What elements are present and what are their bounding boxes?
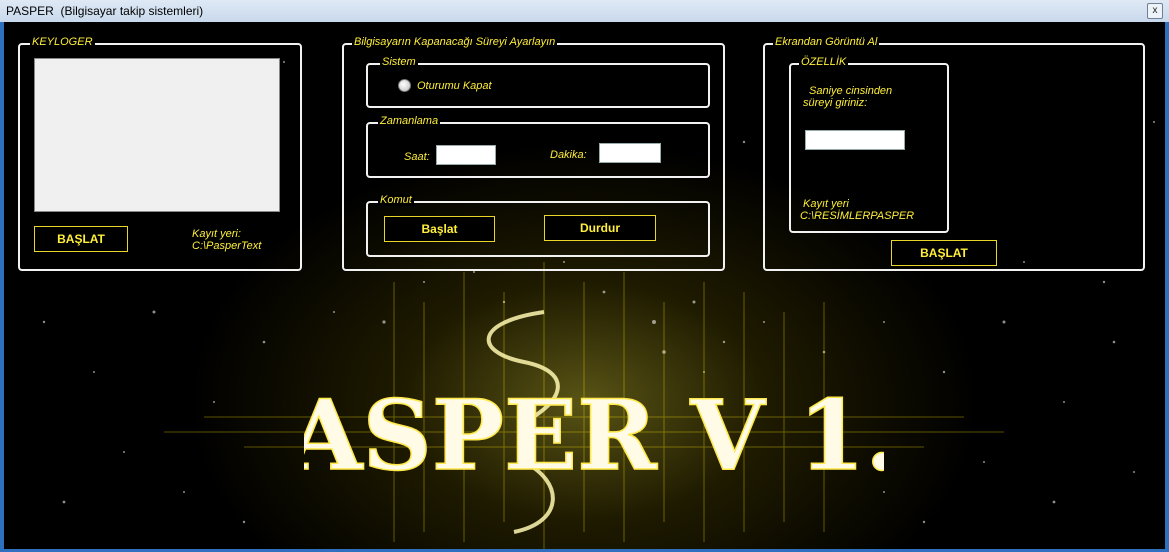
screenshot-legend: Ekrandan Görüntü Al xyxy=(773,36,880,48)
keyloger-legend: KEYLOGER xyxy=(30,36,95,48)
seconds-prompt-line1: Saniye cinsinden xyxy=(809,85,893,97)
timing-legend: Zamanlama xyxy=(378,115,441,127)
screenshot-start-label: BAŞLAT xyxy=(920,246,968,260)
features-group: ÖZELLİK Saniye cinsinden süreyi giriniz:… xyxy=(789,56,949,233)
timing-group: Zamanlama Saat: Dakika: xyxy=(366,115,710,178)
pasper-logo: PASPER V 1.1 xyxy=(304,378,884,487)
minute-label: Dakika: xyxy=(550,149,587,161)
command-group: Komut Başlat Durdur xyxy=(366,194,710,257)
keyloger-group: KEYLOGER BAŞLAT Kayıt yeri: C:\PasperTex… xyxy=(18,36,302,271)
shutdown-legend: Bilgisayarın Kapanacağı Süreyi Ayarlayın xyxy=(352,36,558,48)
close-button[interactable]: x xyxy=(1147,3,1163,19)
command-legend: Komut xyxy=(378,194,414,206)
logoff-radio-label[interactable]: Oturumu Kapat xyxy=(417,80,492,92)
minute-input[interactable] xyxy=(599,143,661,163)
window-title: PASPER (Bilgisayar takip sistemleri) xyxy=(6,4,204,18)
seconds-prompt-line2: süreyi giriniz: xyxy=(803,97,868,109)
keyloger-start-button[interactable]: BAŞLAT xyxy=(34,226,128,252)
keyloger-save-label: Kayıt yeri: xyxy=(192,228,241,240)
screenshot-save-label: Kayıt yeri xyxy=(803,198,849,210)
seconds-input[interactable] xyxy=(805,130,905,150)
shutdown-start-label: Başlat xyxy=(421,222,458,236)
screenshot-save-path: C:\RESİMLERPASPER xyxy=(800,210,915,222)
screenshot-group: Ekrandan Görüntü Al ÖZELLİK Saniye cinsi… xyxy=(763,36,1145,271)
keyloger-start-label: BAŞLAT xyxy=(57,232,105,246)
screenshot-start-button[interactable]: BAŞLAT xyxy=(891,240,997,266)
shutdown-stop-button[interactable]: Durdur xyxy=(544,215,656,241)
title-bar: PASPER (Bilgisayar takip sistemleri) x xyxy=(0,0,1169,23)
logoff-radio[interactable] xyxy=(398,79,411,92)
window-border-right xyxy=(1165,22,1169,552)
hour-input[interactable] xyxy=(436,145,496,165)
keyloger-save-path: C:\PasperText xyxy=(192,240,262,252)
system-legend: Sistem xyxy=(380,56,418,68)
keylog-textarea[interactable] xyxy=(34,58,280,212)
shutdown-stop-label: Durdur xyxy=(580,221,620,235)
hour-label: Saat: xyxy=(404,151,430,163)
shutdown-start-button[interactable]: Başlat xyxy=(384,216,495,242)
shutdown-group: Bilgisayarın Kapanacağı Süreyi Ayarlayın… xyxy=(342,36,725,271)
logo-text: PASPER V 1.1 xyxy=(304,379,884,487)
client-area: KEYLOGER BAŞLAT Kayıt yeri: C:\PasperTex… xyxy=(4,22,1165,549)
system-group: Sistem Oturumu Kapat xyxy=(366,56,710,108)
features-legend: ÖZELLİK xyxy=(799,56,849,68)
close-icon: x xyxy=(1152,5,1158,16)
